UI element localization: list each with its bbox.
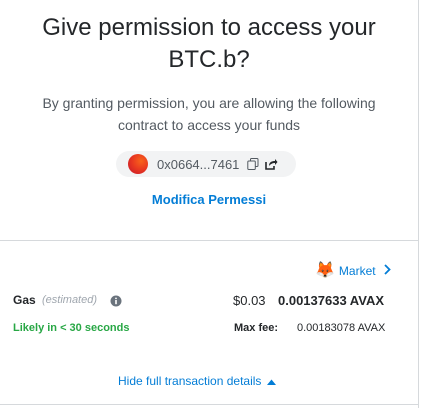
page-title-line2: BTC.b? (168, 46, 250, 73)
market-label: Market (338, 264, 376, 278)
max-fee-label: Max fee: (234, 322, 279, 334)
caret-up-icon (267, 374, 277, 388)
permission-header: Give permission to access your BTC.b? By… (0, 0, 418, 240)
edit-permission-link[interactable]: Modifica Permessi (0, 192, 418, 207)
contract-address-pill: 0x0664...7461 (116, 151, 296, 177)
gas-fiat-value: $0.03 (233, 293, 266, 308)
gas-estimated-label: (estimated) (42, 294, 98, 306)
gas-market-button[interactable]: 🦊 Market (315, 262, 391, 280)
gas-native-value: 0.00137633 AVAX (278, 293, 384, 308)
contract-address: 0x0664...7461 (157, 156, 240, 172)
copy-icon[interactable] (247, 158, 259, 170)
hide-details-label: Hide full transaction details (118, 374, 262, 388)
metamask-fox-icon: 🦊 (315, 262, 335, 279)
bottom-divider (0, 404, 418, 405)
section-divider (0, 240, 418, 241)
page-title-line1: Give permission to access your (42, 14, 376, 41)
contract-avatar (128, 154, 148, 174)
max-fee-value: 0.00183078 AVAX (297, 322, 386, 334)
gas-label: Gas (13, 293, 36, 307)
gas-timing-estimate: Likely in < 30 seconds (13, 322, 130, 334)
external-link-icon[interactable] (265, 158, 278, 170)
chevron-right-icon (383, 262, 391, 280)
gas-row: Gas (estimated) $0.03 0.00137633 AVAX (13, 293, 411, 311)
hide-details-button[interactable]: Hide full transaction details (118, 374, 277, 388)
permission-description: By granting permission, you are allowing… (42, 95, 376, 133)
frame-border (418, 0, 419, 408)
info-icon[interactable] (110, 294, 122, 312)
